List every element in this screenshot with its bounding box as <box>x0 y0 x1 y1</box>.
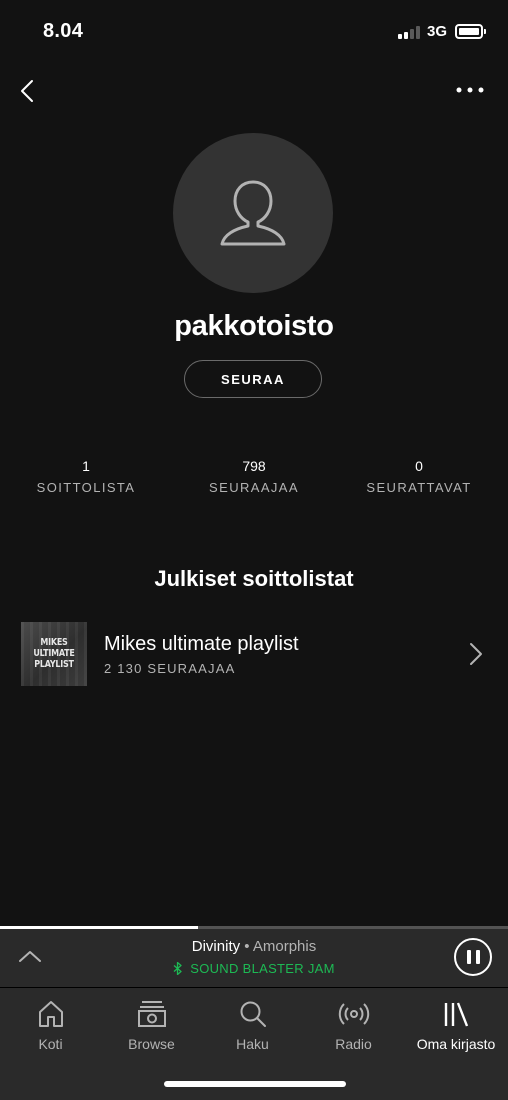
avatar <box>173 133 333 293</box>
pause-button[interactable] <box>454 938 492 976</box>
tab-label: Oma kirjasto <box>416 1036 496 1052</box>
stat-label: SEURATTAVAT <box>366 480 472 495</box>
cover-text: MIKES ULTIMATE PLAYLIST <box>33 637 75 670</box>
now-playing-track: Divinity • Amorphis <box>0 938 508 955</box>
playlist-cover: MIKES ULTIMATE PLAYLIST <box>21 622 87 686</box>
playlist-row[interactable]: MIKES ULTIMATE PLAYLIST Mikes ultimate p… <box>0 620 508 688</box>
back-button[interactable] <box>14 76 40 106</box>
more-options-button[interactable] <box>452 78 488 102</box>
more-horizontal-icon <box>456 87 484 93</box>
playback-progress <box>0 926 508 929</box>
stat-playlists[interactable]: 1 SOITTOLISTA <box>6 458 166 495</box>
home-indicator <box>164 1081 346 1087</box>
device-name: SOUND BLASTER JAM <box>190 961 335 976</box>
profile-stats: 1 SOITTOLISTA 798 SEURAAJAA 0 SEURATTAVA… <box>0 458 508 498</box>
library-icon <box>444 1002 469 1027</box>
tab-library[interactable]: Oma kirjasto <box>404 998 508 1052</box>
profile-name: pakkotoisto <box>174 310 334 342</box>
track-title: Divinity <box>191 938 241 955</box>
user-icon <box>220 180 286 246</box>
tab-label: Haku <box>236 1036 269 1052</box>
radio-icon <box>338 1003 369 1025</box>
stat-value: 798 <box>242 458 266 474</box>
mini-player[interactable]: Divinity • Amorphis SOUND BLASTER JAM <box>0 926 508 988</box>
connected-device[interactable]: SOUND BLASTER JAM <box>0 961 508 976</box>
track-separator: • <box>240 938 253 955</box>
tab-radio[interactable]: Radio <box>303 998 404 1052</box>
stat-value: 0 <box>415 458 423 474</box>
playback-progress-fill <box>0 926 199 929</box>
tab-browse[interactable]: Browse <box>101 998 202 1052</box>
chevron-right-icon <box>470 643 482 665</box>
signal-icon <box>398 26 422 39</box>
follow-button[interactable]: SEURAA <box>184 360 322 398</box>
section-title: Julkiset soittolistat <box>154 566 354 591</box>
stat-followers[interactable]: 798 SEURAAJAA <box>174 458 334 495</box>
tab-bar: Koti Browse Haku Radio Oma kirjasto <box>0 988 508 1100</box>
battery-icon <box>455 24 486 39</box>
stat-label: SOITTOLISTA <box>36 480 136 495</box>
network-type: 3G <box>427 23 448 40</box>
stat-value: 1 <box>82 458 90 474</box>
status-time: 8.04 <box>43 20 84 42</box>
bluetooth-icon <box>173 961 182 976</box>
pause-icon <box>466 950 471 964</box>
track-artist: Amorphis <box>252 938 317 955</box>
tab-label: Browse <box>128 1036 175 1052</box>
stat-label: SEURAAJAA <box>209 480 299 495</box>
stat-following[interactable]: 0 SEURATTAVAT <box>339 458 499 495</box>
chevron-left-icon <box>21 80 33 102</box>
tab-search[interactable]: Haku <box>202 998 303 1052</box>
tab-home[interactable]: Koti <box>0 998 101 1052</box>
home-icon <box>38 1001 63 1027</box>
playlist-title: Mikes ultimate playlist <box>104 633 299 655</box>
browse-icon <box>137 1001 166 1027</box>
search-icon <box>240 1001 266 1027</box>
pause-icon <box>475 950 480 964</box>
tab-label: Koti <box>38 1036 63 1052</box>
tab-label: Radio <box>335 1036 372 1052</box>
status-bar: 8.04 3G <box>0 0 508 60</box>
playlist-followers: 2 130 SEURAAJAA <box>104 661 236 676</box>
